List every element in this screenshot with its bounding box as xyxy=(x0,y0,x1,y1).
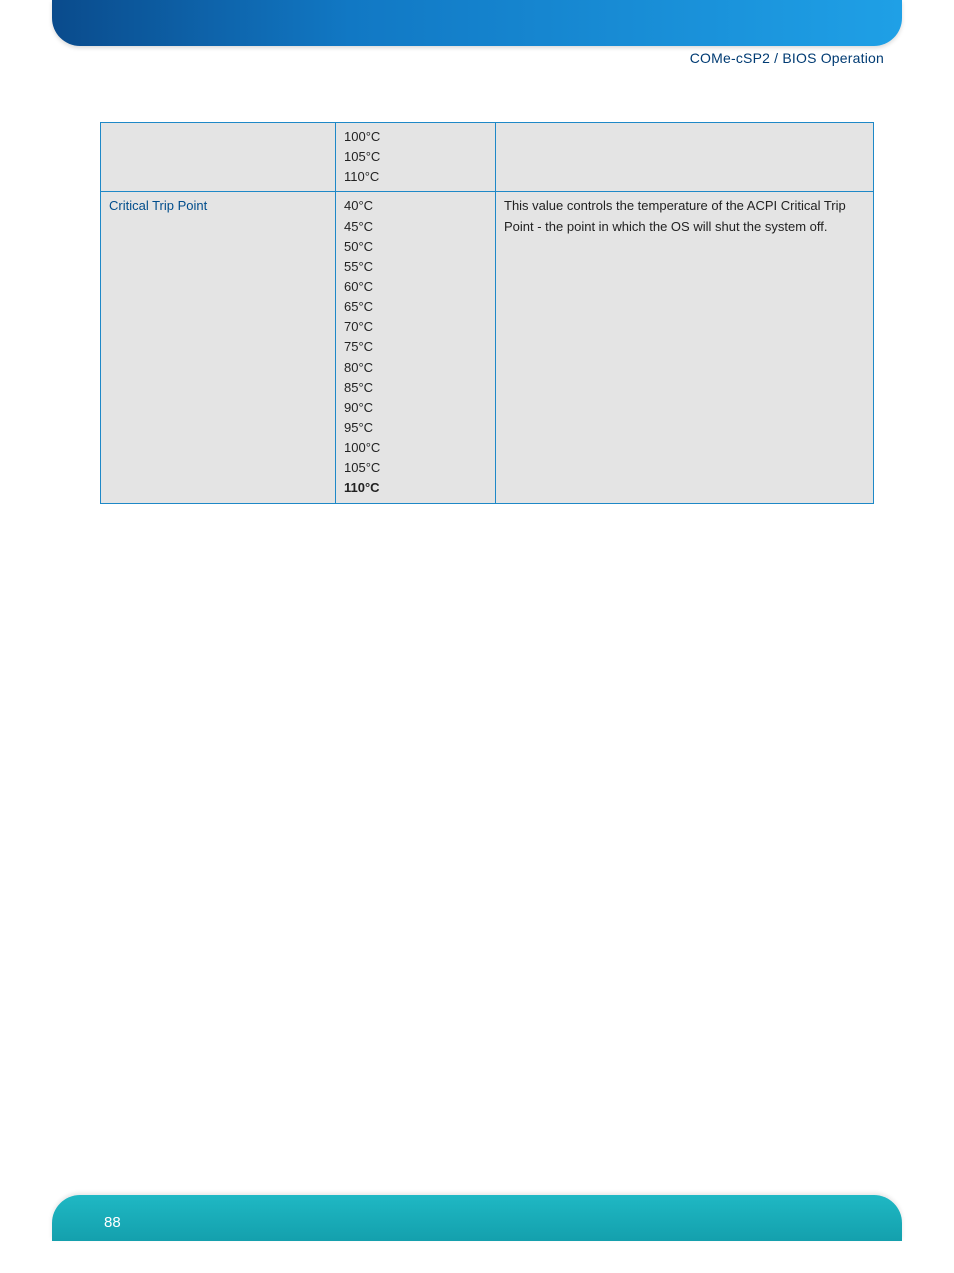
value-item: 40°C xyxy=(344,196,487,216)
row1-label-cell: Critical Trip Point xyxy=(101,192,336,503)
value-item: 90°C xyxy=(344,398,487,418)
row1-label: Critical Trip Point xyxy=(109,198,207,213)
row0-desc-cell xyxy=(496,123,874,192)
table-row: Critical Trip Point 40°C 45°C 50°C 55°C … xyxy=(101,192,874,503)
value-item: 50°C xyxy=(344,237,487,257)
value-item: 45°C xyxy=(344,217,487,237)
value-item: 70°C xyxy=(344,317,487,337)
row1-values-cell: 40°C 45°C 50°C 55°C 60°C 65°C 70°C 75°C … xyxy=(336,192,496,503)
value-item: 105°C xyxy=(344,147,487,167)
value-item: 100°C xyxy=(344,438,487,458)
value-item: 105°C xyxy=(344,458,487,478)
row1-desc-cell: This value controls the temperature of t… xyxy=(496,192,874,503)
value-item: 65°C xyxy=(344,297,487,317)
row0-values-cell: 100°C 105°C 110°C xyxy=(336,123,496,192)
value-item: 95°C xyxy=(344,418,487,438)
bottom-banner xyxy=(52,1195,902,1241)
top-banner xyxy=(52,0,902,46)
row0-values: 100°C 105°C 110°C xyxy=(344,127,487,187)
value-item: 75°C xyxy=(344,337,487,357)
row1-values: 40°C 45°C 50°C 55°C 60°C 65°C 70°C 75°C … xyxy=(344,196,487,498)
value-item: 85°C xyxy=(344,378,487,398)
value-item: 110°C xyxy=(344,167,487,187)
value-item: 60°C xyxy=(344,277,487,297)
value-item-selected: 110°C xyxy=(344,478,487,498)
page-number: 88 xyxy=(104,1214,121,1231)
table-row: 100°C 105°C 110°C xyxy=(101,123,874,192)
row1-description: This value controls the temperature of t… xyxy=(504,198,846,233)
value-item: 80°C xyxy=(344,358,487,378)
value-item: 100°C xyxy=(344,127,487,147)
breadcrumb: COMe-cSP2 / BIOS Operation xyxy=(690,50,884,66)
value-item: 55°C xyxy=(344,257,487,277)
content-area: 100°C 105°C 110°C Critical Trip Point 40… xyxy=(100,122,874,504)
settings-table: 100°C 105°C 110°C Critical Trip Point 40… xyxy=(100,122,874,504)
row0-label-cell xyxy=(101,123,336,192)
